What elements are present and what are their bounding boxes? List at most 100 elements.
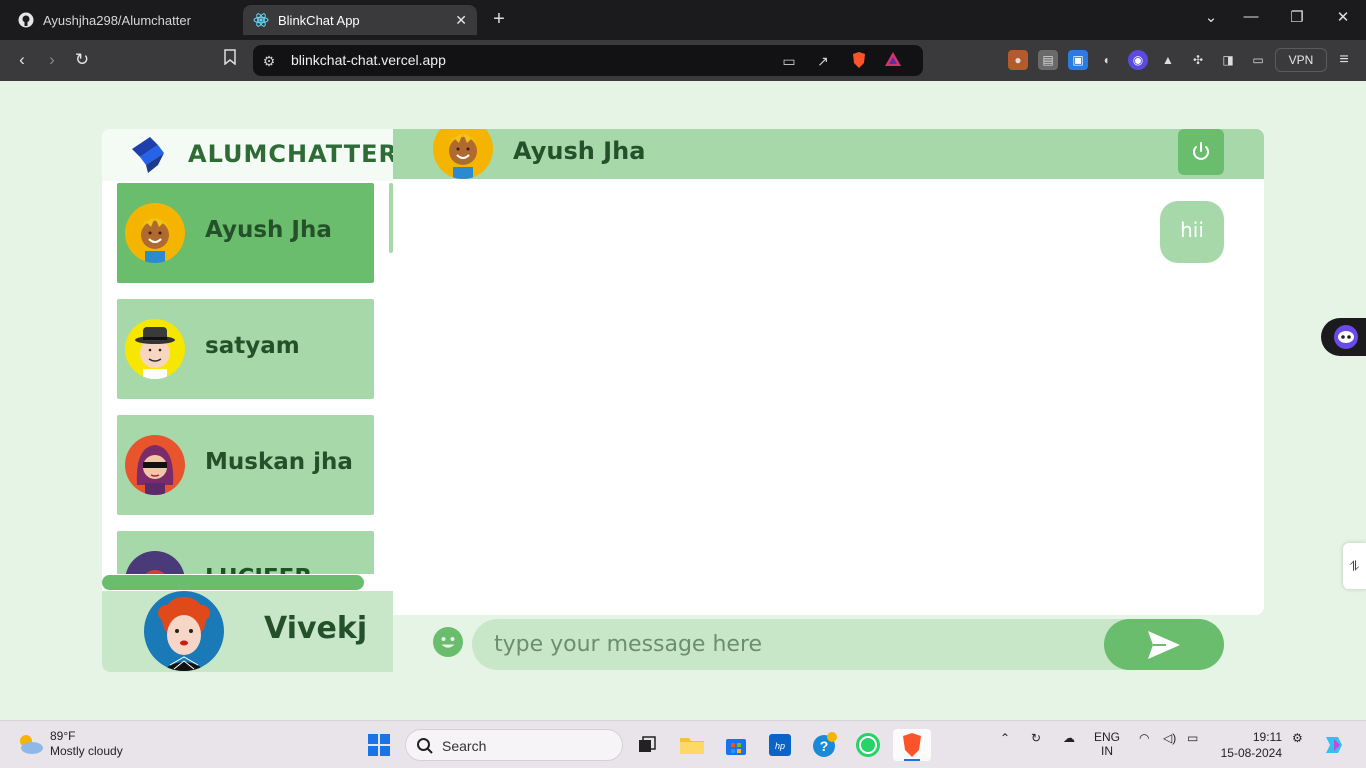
avatar: [125, 435, 185, 495]
contact-item[interactable]: LUCIFER: [117, 531, 374, 574]
send-button[interactable]: [1104, 619, 1224, 670]
back-icon[interactable]: ‹: [11, 49, 33, 71]
bookmark-icon[interactable]: [219, 49, 241, 71]
tab-label: BlinkChat App: [278, 12, 360, 28]
help-icon[interactable]: ?: [808, 729, 840, 761]
weather-desc: Mostly cloudy: [50, 744, 123, 758]
address-bar[interactable]: ⚙ blinkchat-chat.vercel.app ▭ ↗: [253, 45, 923, 76]
contact-name: Muskan jha: [205, 449, 353, 475]
browser-toolbar: ‹ › ↻ ⚙ blinkchat-chat.vercel.app ▭ ↗ ● …: [0, 40, 1366, 81]
browser-tab-bar: Ayushjha298/Alumchatter BlinkChat App ✕ …: [0, 0, 1366, 40]
bot-extension-icon[interactable]: ◉: [1128, 50, 1148, 70]
search-icon: [417, 738, 433, 754]
message-composer: [393, 615, 1264, 672]
lang-code: ENG: [1094, 730, 1121, 744]
cookie-extension-icon[interactable]: ●: [1008, 50, 1028, 70]
tab-label: Ayushjha298/Alumchatter: [43, 12, 191, 28]
onedrive-icon[interactable]: ☁: [1063, 731, 1075, 745]
forward-icon[interactable]: ›: [41, 49, 63, 71]
contact-name: satyam: [205, 333, 300, 359]
smiley-icon: [433, 627, 463, 657]
windows-taskbar: 89°F Mostly cloudy Search hp ? ⌃ ↻ ☁ ENG…: [0, 720, 1366, 768]
mouse-extension-icon[interactable]: ◖: [1096, 50, 1116, 70]
current-user-card: Vivekj: [102, 591, 393, 672]
brand-header: ALUMCHATTER: [102, 129, 393, 181]
cast-icon[interactable]: ▭: [779, 51, 799, 71]
menu-icon[interactable]: ≡: [1334, 50, 1354, 70]
restore-icon[interactable]: ❐: [1285, 8, 1309, 26]
url-text: blinkchat-chat.vercel.app: [291, 52, 446, 68]
horizontal-scrollbar[interactable]: [102, 575, 364, 590]
site-settings-icon[interactable]: ⚙: [259, 51, 279, 71]
copilot-icon[interactable]: [1320, 729, 1348, 761]
send-icon: [1148, 630, 1180, 659]
emoji-button[interactable]: [433, 627, 463, 657]
show-hidden-icons[interactable]: ⌃: [1000, 731, 1010, 745]
message-area[interactable]: hii: [393, 179, 1264, 615]
tab-blinkchat[interactable]: BlinkChat App ✕: [243, 5, 477, 35]
weather-widget[interactable]: 89°F Mostly cloudy: [16, 729, 123, 759]
avatar: [144, 591, 224, 671]
github-icon: [18, 12, 34, 28]
avatar: [125, 551, 185, 574]
close-window-icon[interactable]: ✕: [1331, 8, 1355, 26]
clock[interactable]: 19:11 15-08-2024: [1216, 729, 1282, 761]
app-logo-icon: [132, 137, 164, 173]
side-panel-handle-icon[interactable]: ⥮: [1343, 543, 1366, 589]
chat-app: ALUMCHATTER Ayush Jha satyam Muskan jha: [102, 129, 1264, 672]
wallet-icon[interactable]: ▭: [1248, 50, 1268, 70]
wifi-icon[interactable]: ◠: [1139, 731, 1149, 745]
reload-icon[interactable]: ↻: [71, 49, 93, 71]
myhp-icon[interactable]: hp: [764, 729, 796, 761]
contact-item[interactable]: Muskan jha: [117, 415, 374, 515]
battery-icon[interactable]: ▭: [1187, 731, 1198, 745]
file-explorer-icon[interactable]: [676, 729, 708, 761]
extension-icon[interactable]: ▤: [1038, 50, 1058, 70]
windows-start-icon[interactable]: [363, 729, 395, 761]
taskbar-search[interactable]: Search: [405, 729, 623, 761]
sidebar: ALUMCHATTER Ayush Jha satyam Muskan jha: [102, 129, 393, 672]
volume-icon[interactable]: ◁): [1163, 731, 1176, 745]
brave-browser-icon[interactable]: [893, 729, 931, 761]
contact-name: Ayush Jha: [205, 217, 332, 243]
svg-text:?: ?: [820, 738, 829, 754]
floating-assistant-button[interactable]: [1321, 318, 1366, 356]
notifications-icon[interactable]: ⚙: [1292, 731, 1303, 745]
share-icon[interactable]: ↗: [813, 51, 833, 71]
contact-name: LUCIFER: [205, 565, 312, 574]
translate-extension-icon[interactable]: ▣: [1068, 50, 1088, 70]
whatsapp-icon[interactable]: [852, 729, 884, 761]
message-input[interactable]: [472, 619, 1152, 670]
chat-panel: Ayush Jha hii: [393, 129, 1264, 672]
contact-item[interactable]: satyam: [117, 299, 374, 399]
weather-temp: 89°F: [50, 729, 76, 743]
minimize-icon[interactable]: —: [1239, 8, 1263, 25]
task-view-icon[interactable]: [631, 729, 663, 761]
sync-icon[interactable]: ↻: [1031, 731, 1041, 745]
contact-item[interactable]: Ayush Jha: [117, 183, 374, 283]
svg-text:hp: hp: [775, 741, 785, 751]
chat-header: Ayush Jha: [393, 129, 1264, 179]
sidebar-toggle-icon[interactable]: ◨: [1218, 50, 1238, 70]
tab-list-icon[interactable]: ⌄: [1199, 8, 1223, 26]
new-tab-button[interactable]: +: [488, 8, 510, 31]
microsoft-store-icon[interactable]: [720, 729, 752, 761]
brave-shield-icon[interactable]: [849, 51, 869, 71]
contact-list[interactable]: Ayush Jha satyam Muskan jha LUCIFER: [102, 181, 393, 574]
mountain-extension-icon[interactable]: ▲: [1158, 50, 1178, 70]
cloudy-weather-icon: [20, 735, 43, 754]
time: 19:11: [1252, 730, 1282, 744]
bot-icon: [1334, 325, 1358, 349]
avatar: [433, 129, 493, 179]
avatar: [125, 319, 185, 379]
close-tab-icon[interactable]: ✕: [455, 12, 467, 29]
search-label: Search: [442, 738, 487, 754]
power-icon: [1193, 142, 1209, 160]
puzzle-extensions-icon[interactable]: ✣: [1188, 50, 1208, 70]
outgoing-message: hii: [1160, 201, 1224, 263]
language-indicator[interactable]: ENG IN: [1094, 730, 1120, 758]
vpn-button[interactable]: VPN: [1275, 48, 1327, 72]
logout-button[interactable]: [1178, 129, 1224, 175]
tab-github[interactable]: Ayushjha298/Alumchatter: [8, 5, 240, 35]
brave-rewards-icon[interactable]: [883, 51, 903, 71]
